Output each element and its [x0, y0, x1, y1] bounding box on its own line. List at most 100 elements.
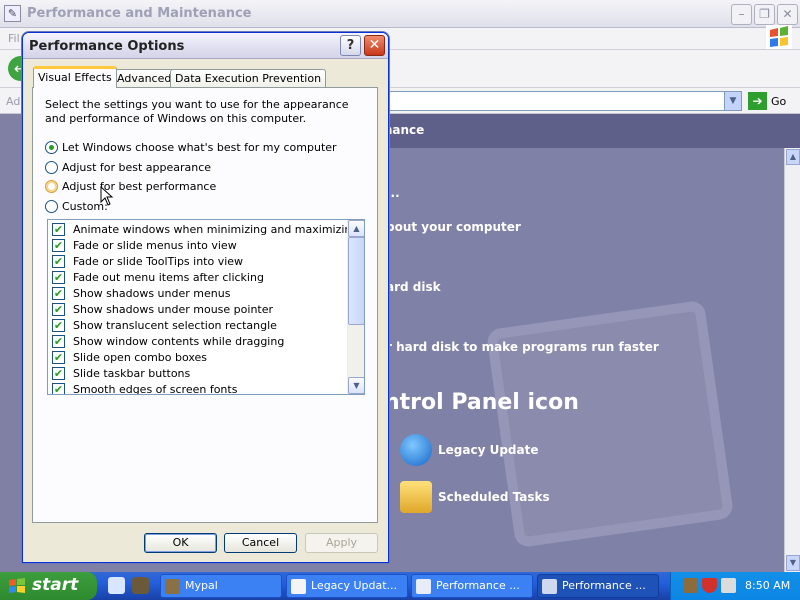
scroll-thumb[interactable]: [348, 237, 364, 325]
ok-button[interactable]: OK: [144, 533, 217, 553]
scroll-down-icon[interactable]: ▼: [786, 555, 800, 571]
list-item[interactable]: ✔ Show shadows under menus: [52, 287, 230, 300]
checkbox[interactable]: ✔: [52, 367, 65, 380]
maximize-button[interactable]: ❐: [754, 4, 775, 25]
radio-button[interactable]: [45, 141, 58, 154]
tab-data-execution-prevention[interactable]: Data Execution Prevention: [170, 69, 327, 88]
scroll-up-icon[interactable]: ▲: [348, 220, 364, 237]
background-titlebar[interactable]: ✎ Performance and Maintenance – ❐ ✕: [0, 0, 800, 28]
help-button[interactable]: ?: [340, 35, 361, 56]
close-window-button[interactable]: ✕: [777, 4, 798, 25]
close-button[interactable]: ✕: [364, 35, 385, 56]
task-link[interactable]: ard disk: [386, 280, 441, 294]
option-best-performance[interactable]: Adjust for best performance: [45, 180, 216, 193]
list-item-label: Fade or slide ToolTips into view: [73, 255, 244, 268]
checkbox[interactable]: ✔: [52, 255, 65, 268]
list-item-label: Fade or slide menus into view: [73, 239, 237, 252]
start-button[interactable]: start: [0, 572, 97, 600]
checkbox[interactable]: ✔: [52, 319, 65, 332]
option-custom[interactable]: Custom:: [45, 200, 108, 213]
checkbox[interactable]: ✔: [52, 303, 65, 316]
windows-logo-icon: [766, 25, 792, 49]
option-label: Adjust for best performance: [62, 180, 217, 193]
list-item-label: Slide taskbar buttons: [73, 367, 191, 380]
tray-app-icon[interactable]: [683, 578, 698, 593]
chevron-down-icon[interactable]: ▼: [724, 92, 741, 110]
list-item-label: Smooth edges of screen fonts: [73, 383, 238, 395]
system-tray: 8:50 AM: [670, 572, 800, 600]
checkbox[interactable]: ✔: [52, 351, 65, 364]
content-scrollbar[interactable]: ▲ ▼: [784, 148, 800, 572]
radio-button[interactable]: [45, 180, 58, 193]
list-item[interactable]: ✔ Show translucent selection rectangle: [52, 319, 277, 332]
tab-visual-effects[interactable]: Visual Effects: [33, 66, 117, 88]
taskbar-item-performance-maintenance[interactable]: Performance ...: [411, 574, 533, 598]
tab-advanced[interactable]: Advanced: [112, 69, 177, 88]
address-input[interactable]: ▼: [370, 91, 742, 111]
checkbox[interactable]: ✔: [52, 239, 65, 252]
option-label: Let Windows choose what's best for my co…: [62, 141, 337, 154]
option-best-appearance[interactable]: Adjust for best appearance: [45, 161, 211, 174]
scheduled-tasks-item[interactable]: Scheduled Tasks: [400, 481, 550, 513]
list-item[interactable]: ✔ Smooth edges of screen fonts: [52, 383, 238, 395]
control-panel-icon: ✎: [4, 5, 21, 22]
checkbox[interactable]: ✔: [52, 271, 65, 284]
list-item[interactable]: ✔ Fade out menu items after clicking: [52, 271, 264, 284]
apply-button[interactable]: Apply: [305, 533, 378, 553]
task-link[interactable]: r hard disk to make programs run faster: [386, 340, 659, 354]
ie-quicklaunch-icon[interactable]: [108, 577, 125, 594]
taskbar-item-mypal[interactable]: Mypal: [160, 574, 282, 598]
window-icon: [291, 579, 306, 594]
volume-icon[interactable]: [721, 578, 736, 593]
checkbox[interactable]: ✔: [52, 383, 65, 394]
task-link[interactable]: bout your computer: [386, 220, 521, 234]
go-button-label[interactable]: Go: [771, 95, 786, 108]
window-icon: [542, 579, 557, 594]
legacy-update-label: Legacy Update: [438, 443, 539, 457]
radio-button[interactable]: [45, 161, 58, 174]
list-item[interactable]: ✔ Fade or slide ToolTips into view: [52, 255, 243, 268]
option-let-windows-choose[interactable]: Let Windows choose what's best for my co…: [45, 141, 337, 154]
list-item[interactable]: ✔ Animate windows when minimizing and max…: [52, 223, 358, 236]
scroll-up-icon[interactable]: ▲: [786, 149, 800, 165]
panel-description: Select the settings you want to use for …: [45, 98, 349, 125]
taskbar: start Mypal Legacy Updat... Performance …: [0, 572, 800, 600]
control-panel-icon-heading: ntrol Panel icon: [384, 390, 579, 415]
list-item[interactable]: ✔ Slide open combo boxes: [52, 351, 207, 364]
background-window-title: Performance and Maintenance: [27, 6, 252, 21]
radio-button[interactable]: [45, 200, 58, 213]
taskbar-item-label: Legacy Updat...: [311, 579, 398, 592]
mypal-quicklaunch-icon[interactable]: [132, 577, 149, 594]
list-item-label: Show translucent selection rectangle: [73, 319, 277, 332]
mouse-pointer-icon: [100, 186, 114, 206]
scroll-down-icon[interactable]: ▼: [348, 377, 364, 394]
list-item-label: Slide open combo boxes: [73, 351, 208, 364]
scheduled-tasks-icon: [400, 481, 432, 513]
list-item[interactable]: ✔ Fade or slide menus into view: [52, 239, 237, 252]
minimize-button[interactable]: –: [731, 4, 752, 25]
start-label: start: [32, 575, 79, 595]
visual-effects-list[interactable]: ✔ Animate windows when minimizing and max…: [47, 219, 365, 395]
taskbar-item-legacy-update[interactable]: Legacy Updat...: [286, 574, 408, 598]
menu-file[interactable]: Fil: [8, 32, 20, 45]
checkbox[interactable]: ✔: [52, 335, 65, 348]
taskbar-item-performance-options[interactable]: Performance ...: [537, 574, 659, 598]
clock: 8:50 AM: [745, 579, 791, 592]
checkbox[interactable]: ✔: [52, 287, 65, 300]
list-item-label: Animate windows when minimizing and maxi…: [73, 223, 359, 236]
go-arrow-icon[interactable]: ➔: [748, 92, 767, 110]
cancel-button[interactable]: Cancel: [224, 533, 297, 553]
visual-effects-panel: Select the settings you want to use for …: [32, 87, 378, 523]
dialog-title: Performance Options: [29, 39, 185, 54]
control-panel-icon: [416, 579, 431, 594]
legacy-update-item[interactable]: Legacy Update: [400, 434, 538, 466]
security-shield-icon[interactable]: [702, 578, 717, 593]
list-scrollbar[interactable]: ▲ ▼: [347, 220, 364, 394]
list-item[interactable]: ✔ Slide taskbar buttons: [52, 367, 190, 380]
checkbox[interactable]: ✔: [52, 223, 65, 236]
list-item[interactable]: ✔ Show window contents while dragging: [52, 335, 284, 348]
list-item-label: Show shadows under menus: [73, 287, 231, 300]
dialog-titlebar[interactable]: Performance Options ? ✕: [23, 33, 388, 59]
list-item[interactable]: ✔ Show shadows under mouse pointer: [52, 303, 273, 316]
mypal-icon: [165, 579, 180, 594]
